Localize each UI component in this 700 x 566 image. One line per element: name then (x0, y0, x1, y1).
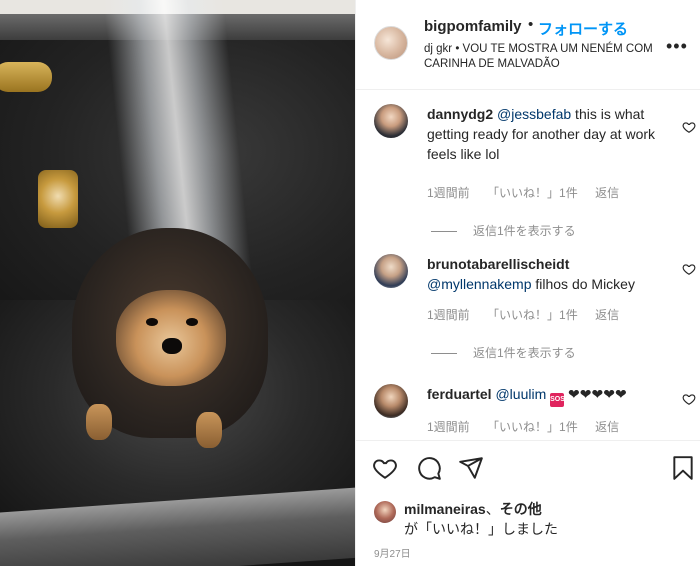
liked-others-link[interactable]: その他 (500, 501, 542, 517)
liked-by-text: milmaneiras、その他 が「いいね！」しました (404, 499, 684, 539)
commenter-avatar[interactable] (374, 104, 408, 138)
liked-suffix-text: が「いいね！」しました (404, 521, 558, 537)
comment-bubble-icon[interactable] (416, 455, 442, 481)
comment-meta: 1週間前 「いいね！」1件 返信 (427, 418, 633, 435)
comment-username[interactable]: dannydg2 (427, 106, 493, 122)
comment-likes[interactable]: 「いいね！」1件 (487, 420, 578, 434)
commenter-avatar[interactable] (374, 384, 408, 418)
header-separator: • (528, 16, 534, 33)
owner-username[interactable]: bigpomfamily (424, 18, 522, 35)
comment-body: filhos do Mickey (531, 276, 635, 292)
comment-time[interactable]: 1週間前 (427, 186, 470, 200)
commenter-avatar[interactable] (374, 254, 408, 288)
comment-meta: 1週間前 「いいね！」1件 返信 (427, 184, 633, 201)
dog-nose (162, 338, 182, 354)
liker-username[interactable]: milmaneiras (404, 501, 486, 517)
liked-separator: 、 (485, 501, 500, 517)
view-replies-label: 返信1件を表示する (473, 346, 576, 360)
comment-mention[interactable]: @luulim (495, 386, 546, 402)
dog-eye-right (186, 318, 198, 326)
follow-button[interactable]: フォローする (538, 18, 628, 39)
post-actions: milmaneiras、その他 が「いいね！」しました 9月27日 (356, 440, 700, 566)
post-caption: dj gkr • VOU TE MOSTRA UM NENÉM COM CARI… (424, 43, 653, 70)
comment-text: dannydg2 @jessbefab this is what getting… (427, 104, 662, 164)
heart-outline-icon[interactable] (682, 392, 696, 406)
liker-avatar[interactable] (374, 501, 396, 523)
heart-icon[interactable] (372, 455, 398, 481)
comment-likes[interactable]: 「いいね！」1件 (487, 308, 578, 322)
owner-avatar[interactable] (374, 26, 408, 60)
comment-likes[interactable]: 「いいね！」1件 (487, 186, 578, 200)
view-replies-label: 返信1件を表示する (473, 224, 576, 238)
sos-emoji-icon: SOS (550, 393, 565, 407)
post-date[interactable]: 9月27日 (374, 545, 411, 560)
post-side-panel: bigpomfamily • フォローする ••• dj gkr • VOU T… (355, 0, 700, 566)
comment-mention[interactable]: @jessbefab (497, 106, 571, 122)
heart-outline-icon[interactable] (682, 120, 696, 134)
comment-time[interactable]: 1週間前 (427, 308, 470, 322)
comments-list[interactable]: dannydg2 @jessbefab this is what getting… (356, 92, 700, 440)
faucet (0, 62, 52, 92)
bookmark-icon[interactable] (670, 455, 696, 481)
view-replies-button[interactable]: 返信1件を表示する (431, 344, 576, 361)
more-dots-icon[interactable]: ••• (666, 36, 688, 57)
comment-username[interactable]: brunotabarellischeidt (427, 256, 569, 272)
post-photo[interactable] (0, 0, 355, 566)
comment-reply-button[interactable]: 返信 (595, 308, 619, 322)
dog-paw-left (86, 404, 112, 440)
tub-knob (38, 170, 78, 228)
replies-line (431, 231, 457, 233)
comment-reply-button[interactable]: 返信 (595, 186, 619, 200)
share-paper-plane-icon[interactable] (458, 455, 484, 481)
replies-line (431, 353, 457, 355)
dog-eye-left (146, 318, 158, 326)
comment-meta: 1週間前 「いいね！」1件 返信 (427, 306, 633, 323)
comment-username[interactable]: ferduartel (427, 386, 492, 402)
comment-reply-button[interactable]: 返信 (595, 420, 619, 434)
post-header: bigpomfamily • フォローする ••• dj gkr • VOU T… (356, 0, 700, 90)
comment-mention[interactable]: @myllennakemp (427, 276, 531, 292)
comment-text: ferduartel @luulim SOS ❤❤❤❤❤ (427, 384, 662, 407)
dog-paw-right (196, 412, 222, 448)
comment-time[interactable]: 1週間前 (427, 420, 470, 434)
heart-outline-icon[interactable] (682, 262, 696, 276)
view-replies-button[interactable]: 返信1件を表示する (431, 222, 576, 239)
comment-body: ❤❤❤❤❤ (564, 386, 627, 402)
comment-text: brunotabarellischeidt @myllennakemp filh… (427, 254, 667, 294)
